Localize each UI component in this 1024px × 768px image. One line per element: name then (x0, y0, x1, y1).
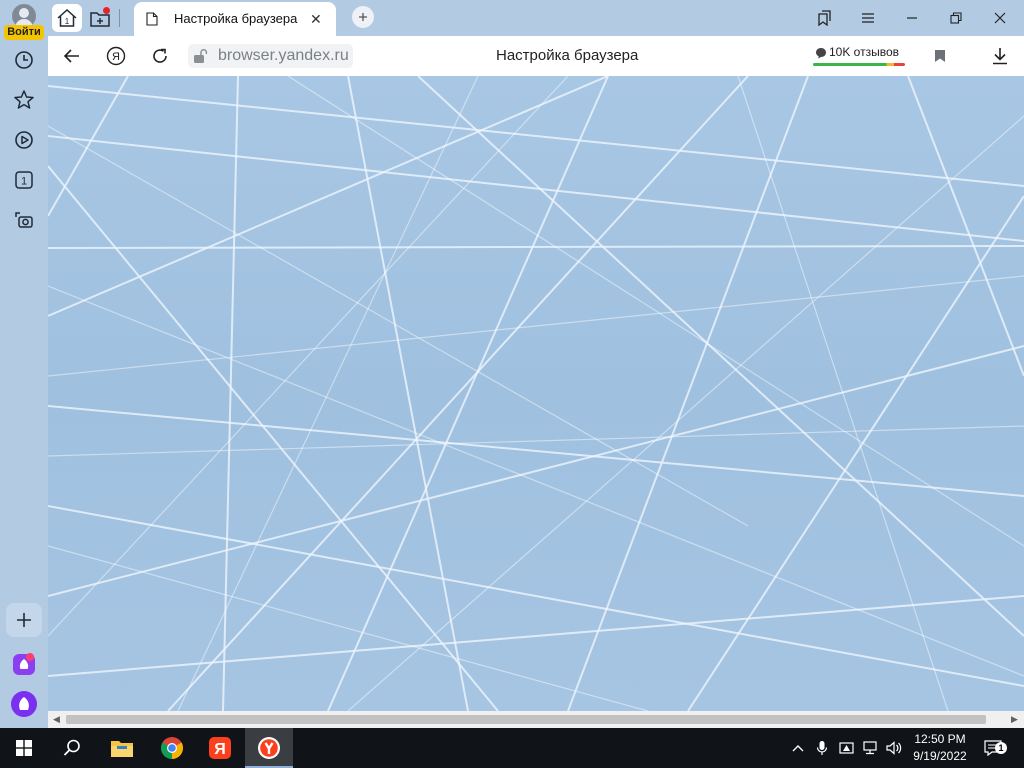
sidebar: Войти 1 (0, 0, 48, 728)
back-icon[interactable] (60, 44, 84, 68)
play-icon[interactable] (8, 124, 40, 156)
tab-active[interactable]: Настройка браузера ✕ (134, 2, 336, 36)
restore-icon[interactable] (943, 6, 969, 30)
search-icon[interactable] (48, 728, 96, 768)
file-explorer-icon[interactable] (98, 728, 146, 768)
screenshot-camera-icon[interactable] (8, 204, 40, 236)
chrome-icon[interactable] (148, 728, 196, 768)
taskbar: Я 12:50 PM 9/19/2022 1 (0, 728, 1024, 768)
close-icon[interactable] (987, 6, 1013, 30)
comment-icon (816, 48, 826, 59)
page-title: Настройка браузера (496, 47, 639, 64)
clock-time: 12:50 PM (914, 732, 966, 746)
reviews-label: 10K отзывов (829, 45, 900, 59)
add-panel-button[interactable] (6, 603, 42, 637)
url-text: browser.yandex.ru (218, 47, 349, 64)
clock[interactable]: 12:50 PM 9/19/2022 (906, 731, 974, 765)
tabs-counter-icon[interactable]: 1 (8, 164, 40, 196)
tab-close-icon[interactable]: ✕ (310, 11, 322, 28)
lock-icon[interactable] (192, 48, 210, 64)
url-field[interactable]: browser.yandex.ru (188, 44, 353, 68)
svg-text:Я: Я (214, 741, 226, 758)
bookmark-icon[interactable] (928, 44, 952, 68)
download-icon[interactable] (988, 44, 1012, 68)
page-icon (146, 12, 158, 26)
history-icon[interactable] (8, 44, 40, 76)
scroll-left-arrow-icon[interactable]: ◀ (53, 714, 60, 725)
network-warning-icon[interactable] (837, 728, 857, 768)
login-button[interactable]: Войти (4, 4, 44, 40)
windows-start-icon[interactable] (0, 728, 48, 768)
rating-bar (813, 63, 905, 66)
login-label: Войти (4, 25, 44, 40)
tab-separator (119, 9, 120, 27)
svg-text:1: 1 (65, 17, 70, 26)
reviews-badge[interactable]: 10K отзывов (813, 44, 905, 66)
yandex-browser-icon[interactable] (245, 728, 293, 768)
volume-icon[interactable] (884, 728, 904, 768)
ice-wallpaper (48, 76, 1024, 711)
microphone-icon[interactable] (813, 728, 831, 768)
notifications-count: 1 (995, 742, 1007, 754)
address-bar: Я browser.yandex.ru Настройка браузера 1… (48, 36, 1024, 76)
add-icon (17, 613, 31, 627)
new-tab-icon[interactable] (352, 6, 374, 28)
scrollbar-thumb[interactable] (66, 715, 986, 724)
notification-dot (103, 7, 110, 14)
tab-strip: 1 Настройка браузера ✕ (48, 0, 1024, 36)
alice-icon[interactable] (8, 688, 40, 720)
yandex-icon[interactable]: Я (104, 44, 128, 68)
tab-title: Настройка браузера (174, 11, 298, 26)
home-icon[interactable]: 1 (52, 4, 82, 32)
scroll-right-arrow-icon[interactable]: ▶ (1011, 714, 1018, 725)
collections-icon[interactable] (811, 6, 837, 30)
yandex-app-icon[interactable]: Я (196, 728, 244, 768)
chevron-up-icon[interactable] (789, 728, 807, 768)
clock-date: 9/19/2022 (913, 749, 967, 763)
minimize-icon[interactable] (899, 6, 925, 30)
menu-icon[interactable] (855, 6, 881, 30)
bookmarks-star-icon[interactable] (8, 84, 40, 116)
svg-text:Я: Я (112, 51, 120, 63)
tabs-counter-label: 1 (21, 176, 27, 188)
horizontal-scrollbar[interactable]: ◀ ▶ (48, 711, 1024, 728)
new-tab-group-icon[interactable] (86, 4, 114, 32)
reload-icon[interactable] (148, 44, 172, 68)
yandex-messenger-icon[interactable] (8, 648, 40, 680)
network-icon[interactable] (861, 728, 881, 768)
